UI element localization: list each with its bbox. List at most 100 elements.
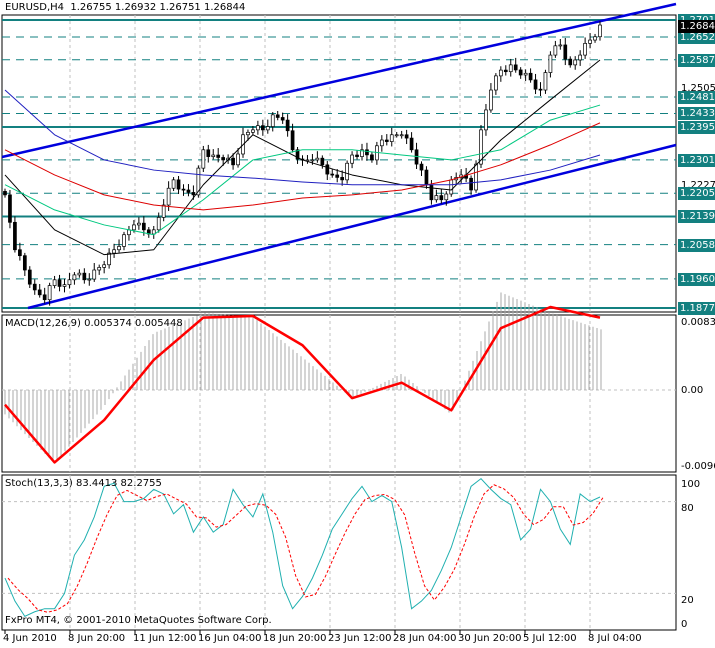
candle-body	[246, 131, 250, 136]
candle-body	[181, 188, 186, 191]
current-price-label: 1.26844	[678, 19, 715, 33]
price-level-label: 1.18773	[678, 302, 715, 315]
candle-body	[290, 130, 295, 151]
candle-body	[533, 79, 538, 90]
candle-body	[330, 173, 335, 176]
candle-body	[489, 89, 493, 111]
candle-body	[67, 279, 72, 286]
candle-body	[13, 221, 17, 251]
candle-body	[434, 195, 439, 201]
stoch-axis-label: 80	[681, 503, 694, 514]
candle-body	[132, 224, 136, 231]
candle-body	[409, 137, 414, 151]
price-level-label: 1.21393	[678, 210, 715, 224]
candle-body	[573, 59, 578, 66]
candle-body	[22, 255, 27, 271]
candle-body	[384, 139, 389, 142]
candle-body	[568, 58, 573, 66]
candle-body	[429, 184, 434, 201]
candle-body	[578, 54, 583, 61]
candle-body	[389, 134, 394, 142]
macd-axis-label: -0.00966	[681, 461, 715, 472]
ma-long-line	[4, 89, 601, 186]
candle-body	[8, 194, 12, 223]
candle-body	[265, 126, 270, 131]
candle-body	[285, 119, 290, 132]
candle-body	[498, 69, 503, 77]
chart-header: EURUSD,H4 1.26755 1.26932 1.26751 1.2684…	[5, 2, 245, 13]
candle-body	[558, 44, 563, 47]
x-axis-label: 30 Jun 20:00	[458, 633, 522, 644]
candle-body	[320, 157, 325, 166]
stoch-label: Stoch(13,3,3) 83.4413 82.2755	[5, 478, 162, 489]
candle-body	[548, 54, 553, 73]
candle-body	[350, 154, 354, 164]
candle-body	[42, 294, 47, 301]
candle-body	[117, 246, 121, 251]
candle-body	[379, 139, 384, 147]
x-axis-label: 28 Jun 04:00	[393, 633, 457, 644]
price-level-label: 1.25876	[678, 53, 715, 67]
x-axis-label: 8 Jun 20:00	[68, 633, 126, 644]
candle-body	[503, 69, 508, 73]
ohlc-label: 1.26755 1.26932 1.26751 1.26844	[70, 2, 246, 13]
candle-body	[107, 252, 111, 266]
candle-body	[593, 36, 597, 41]
candle-body	[47, 285, 52, 301]
candle-body	[97, 267, 102, 271]
candle-body	[201, 149, 206, 169]
x-axis-label: 4 Jun 2010	[3, 633, 57, 644]
macd-signal-line	[4, 305, 601, 464]
macd-axis-label: 0.00	[681, 385, 704, 396]
price-level-label: 1.23013	[678, 153, 715, 167]
candle-body	[127, 229, 131, 236]
candle-body	[340, 177, 345, 181]
candle-body	[251, 129, 255, 133]
candle-body	[424, 169, 429, 186]
candle-body	[370, 154, 374, 161]
candle-body	[474, 163, 478, 191]
macd-axis-label: 0.00836	[681, 317, 715, 328]
candle-body	[216, 154, 221, 158]
price-level-label: 1.22057	[678, 187, 715, 201]
candle-body	[518, 69, 523, 76]
candle-body	[92, 269, 97, 280]
candle-body	[508, 64, 513, 73]
candle-body	[528, 72, 533, 81]
candle-body	[52, 279, 57, 286]
candle-body	[72, 274, 77, 281]
symbol-label: EURUSD,H4	[5, 2, 65, 13]
x-axis-label: 23 Jun 12:00	[328, 633, 392, 644]
x-axis-label: 11 Jun 12:00	[133, 633, 197, 644]
candle-body	[62, 284, 67, 287]
stoch-panel-frame	[1, 474, 677, 631]
candle-body	[439, 195, 444, 201]
candle-body	[221, 157, 226, 161]
stoch-main-line	[4, 477, 601, 617]
ma-mid-line	[4, 104, 601, 236]
candle-body	[325, 164, 330, 175]
candle-body	[191, 192, 196, 196]
candle-body	[355, 154, 359, 157]
candle-body	[141, 222, 146, 231]
candle-body	[345, 162, 349, 181]
x-axis-label: 18 Jun 20:00	[263, 633, 327, 644]
candle-body	[399, 134, 404, 137]
candle-body	[231, 157, 235, 166]
stoch-axis-label: 20	[681, 595, 694, 606]
candle-body	[538, 88, 543, 91]
candle-body	[365, 149, 369, 156]
candle-body	[3, 191, 7, 196]
stoch-axis-label: 100	[681, 479, 701, 490]
candle-body	[394, 134, 399, 137]
candle-body	[315, 157, 320, 161]
candle-body	[27, 269, 32, 285]
candle-body	[186, 189, 191, 193]
candle-body	[523, 72, 528, 76]
price-level-label: 1.20587	[678, 238, 715, 252]
candle-body	[236, 153, 240, 166]
candle-body	[161, 204, 166, 218]
candle-body	[122, 234, 126, 247]
copyright-label: FxPro MT4, © 2001-2010 MetaQuotes Softwa…	[5, 615, 272, 626]
candle-body	[112, 249, 116, 254]
